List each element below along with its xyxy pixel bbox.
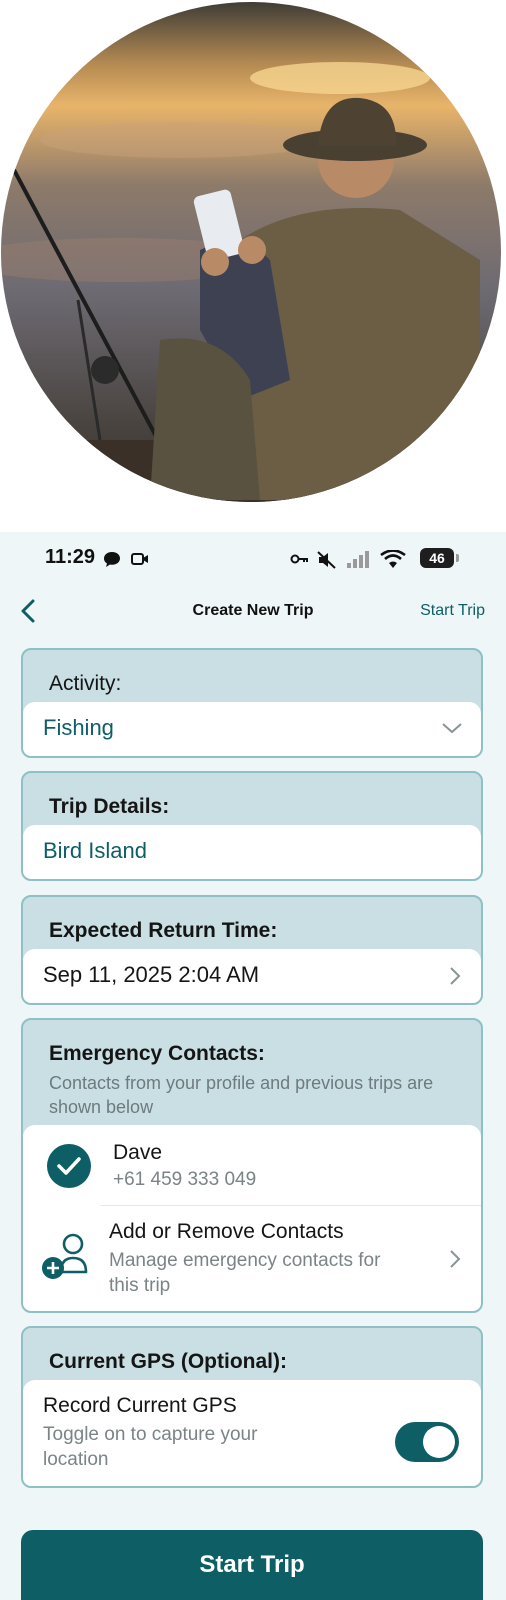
nav-start-trip-link[interactable]: Start Trip: [420, 602, 485, 620]
video-icon: [131, 553, 148, 565]
manage-contacts-subtitle: Manage emergency contacts for this trip: [109, 1250, 381, 1296]
create-trip-screen: 11:29 46 Create New Trip Start Trip Acti…: [0, 532, 506, 1600]
gps-row-title: Record Current GPS: [43, 1394, 237, 1417]
checkmark-circle-icon[interactable]: [47, 1144, 91, 1188]
return-time-value: Sep 11, 2025 2:04 AM: [43, 962, 260, 987]
add-remove-contacts-row[interactable]: Add or Remove Contacts Manage emergency …: [23, 1206, 481, 1311]
contacts-list: Dave +61 459 333 049 Add or Remove Conta…: [23, 1125, 481, 1311]
emergency-contacts-card: Emergency Contacts: Contacts from your p…: [21, 1018, 483, 1313]
gps-card: Current GPS (Optional): Record Current G…: [21, 1326, 483, 1488]
contact-name: Dave: [113, 1141, 163, 1164]
trip-details-label: Trip Details:: [49, 795, 170, 818]
trip-details-card: Trip Details: Bird Island: [21, 771, 483, 881]
add-person-icon: [42, 1233, 88, 1279]
return-time-card: Expected Return Time: Sep 11, 2025 2:04 …: [21, 895, 483, 1005]
contact-row[interactable]: Dave +61 459 333 049: [23, 1125, 481, 1205]
status-time: 11:29: [45, 546, 96, 568]
contact-phone: +61 459 333 049: [113, 1169, 257, 1190]
battery-tip: [456, 554, 459, 562]
activity-card: Activity: Fishing: [21, 648, 483, 758]
trip-details-input[interactable]: Bird Island: [23, 825, 481, 879]
chevron-right-icon: [450, 1250, 461, 1268]
status-bar: 11:29 46: [0, 546, 506, 582]
chevron-right-icon: [450, 967, 461, 985]
trip-details-value: Bird Island: [43, 838, 147, 863]
nav-bar: Create New Trip Start Trip: [0, 590, 506, 634]
start-trip-button[interactable]: Start Trip: [21, 1530, 483, 1600]
battery-indicator: 46: [420, 548, 454, 568]
emergency-contacts-subtitle: Contacts from your profile and previous …: [49, 1073, 434, 1117]
manage-contacts-title: Add or Remove Contacts: [109, 1220, 344, 1243]
gps-row: Record Current GPS Toggle on to capture …: [23, 1380, 481, 1486]
toggle-knob: [423, 1426, 455, 1458]
activity-value: Fishing: [43, 715, 114, 740]
wifi-icon: [380, 550, 406, 568]
return-time-label: Expected Return Time:: [49, 919, 278, 942]
mute-icon: [317, 551, 336, 569]
gps-toggle[interactable]: [395, 1422, 459, 1462]
chevron-down-icon: [442, 723, 462, 734]
gps-label: Current GPS (Optional):: [49, 1350, 287, 1373]
return-time-picker[interactable]: Sep 11, 2025 2:04 AM: [23, 949, 481, 1003]
signal-icon: [347, 551, 369, 568]
activity-select[interactable]: Fishing: [23, 702, 481, 756]
activity-label: Activity:: [49, 672, 122, 695]
chat-icon: [104, 552, 120, 567]
hero-image: [0, 0, 506, 530]
key-icon: [290, 554, 308, 564]
gps-row-subtitle: Toggle on to capture your location: [43, 1424, 258, 1470]
emergency-contacts-label: Emergency Contacts:: [49, 1042, 265, 1065]
